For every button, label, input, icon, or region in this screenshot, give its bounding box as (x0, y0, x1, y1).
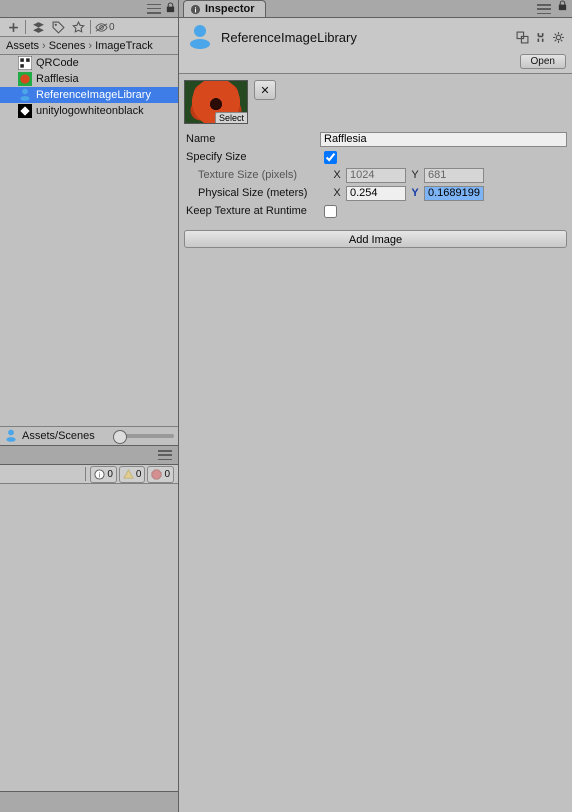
console-body[interactable] (0, 484, 178, 792)
inspector-body: Select ✕ Name Specify Size Texture Size … (179, 74, 572, 812)
open-button[interactable]: Open (520, 54, 566, 69)
visibility-icon[interactable]: 0 (93, 20, 117, 34)
library-icon (4, 429, 18, 443)
error-count: 0 (164, 469, 170, 480)
footer-path: Assets/Scenes (22, 430, 110, 442)
select-badge[interactable]: Select (215, 112, 247, 123)
info-filter-button[interactable]: i 0 (90, 466, 117, 483)
library-icon (18, 88, 32, 102)
list-item[interactable]: unitylogowhiteonblack (0, 103, 178, 119)
thumb-size-slider[interactable] (114, 434, 174, 438)
project-pane: 0 Assets › Scenes › ImageTrack QRCode (0, 0, 179, 812)
texture-size-label: Texture Size (pixels) (184, 169, 328, 181)
remove-entry-button[interactable]: ✕ (254, 80, 276, 100)
info-count: 0 (107, 469, 113, 480)
asset-name: unitylogowhiteonblack (36, 105, 144, 117)
asset-list: QRCode Rafflesia ReferenceImageLibrary u… (0, 55, 178, 119)
crumb-1[interactable]: Scenes (49, 40, 86, 52)
tag-icon[interactable] (48, 20, 68, 34)
y-label: Y (410, 187, 420, 199)
layers-icon[interactable] (28, 20, 48, 34)
hidden-count: 0 (109, 22, 115, 33)
chevron-right-icon: › (42, 40, 46, 52)
texture-size-x-field (346, 168, 406, 183)
create-dropdown-icon[interactable] (3, 20, 23, 34)
add-image-button[interactable]: Add Image (184, 230, 567, 248)
specify-size-label: Specify Size (184, 151, 316, 163)
pane-menu-icon[interactable] (158, 450, 172, 460)
inspector-asset-title: ReferenceImageLibrary (221, 30, 508, 45)
physical-size-y-field[interactable] (424, 186, 484, 201)
x-label: X (332, 187, 342, 199)
warn-count: 0 (136, 469, 142, 480)
inspector-tab-strip: i Inspector (179, 0, 572, 18)
error-filter-button[interactable]: 0 (147, 466, 174, 483)
name-field[interactable] (320, 132, 567, 147)
pane-menu-icon[interactable] (147, 4, 161, 14)
preset-icon[interactable] (514, 29, 530, 45)
project-tab-strip (0, 0, 178, 18)
lock-icon[interactable] (557, 0, 568, 14)
list-item[interactable]: Rafflesia (0, 71, 178, 87)
help-icon[interactable] (532, 29, 548, 45)
crumb-2[interactable]: ImageTrack (95, 40, 153, 52)
crumb-0[interactable]: Assets (6, 40, 39, 52)
image-icon (18, 104, 32, 118)
inspector-pane: i Inspector ReferenceImageLibrary (179, 0, 572, 812)
asset-name: Rafflesia (36, 73, 79, 85)
tab-inspector[interactable]: i Inspector (183, 0, 266, 17)
console-tab-strip (0, 445, 178, 465)
breadcrumb[interactable]: Assets › Scenes › ImageTrack (0, 37, 178, 55)
keep-texture-label: Keep Texture at Runtime (184, 205, 316, 217)
asset-name: ReferenceImageLibrary (36, 89, 151, 101)
svg-text:i: i (194, 5, 196, 14)
asset-name: QRCode (36, 57, 79, 69)
asset-type-icon (185, 22, 215, 52)
list-item[interactable]: QRCode (0, 55, 178, 71)
list-item[interactable]: ReferenceImageLibrary (0, 87, 178, 103)
project-toolbar: 0 (0, 18, 178, 37)
lock-icon[interactable] (165, 2, 176, 16)
x-label: X (332, 169, 342, 181)
texture-thumbnail[interactable]: Select (184, 80, 248, 124)
gear-icon[interactable] (550, 29, 566, 45)
chevron-right-icon: › (88, 40, 92, 52)
project-footer: Assets/Scenes (0, 426, 178, 445)
warn-filter-button[interactable]: 0 (119, 466, 146, 483)
image-icon (18, 56, 32, 70)
star-icon[interactable] (68, 20, 88, 34)
name-label: Name (184, 133, 316, 145)
specify-size-checkbox[interactable] (324, 151, 337, 164)
keep-texture-checkbox[interactable] (324, 205, 337, 218)
physical-size-label: Physical Size (meters) (184, 187, 328, 199)
y-label: Y (410, 169, 420, 181)
pane-menu-icon[interactable] (537, 4, 551, 14)
physical-size-x-field[interactable] (346, 186, 406, 201)
inspector-header: ReferenceImageLibrary Open (179, 18, 572, 74)
console-toolbar: i 0 0 0 (0, 465, 178, 484)
texture-size-y-field (424, 168, 484, 183)
image-icon (18, 72, 32, 86)
inspector-tab-label: Inspector (205, 3, 255, 15)
